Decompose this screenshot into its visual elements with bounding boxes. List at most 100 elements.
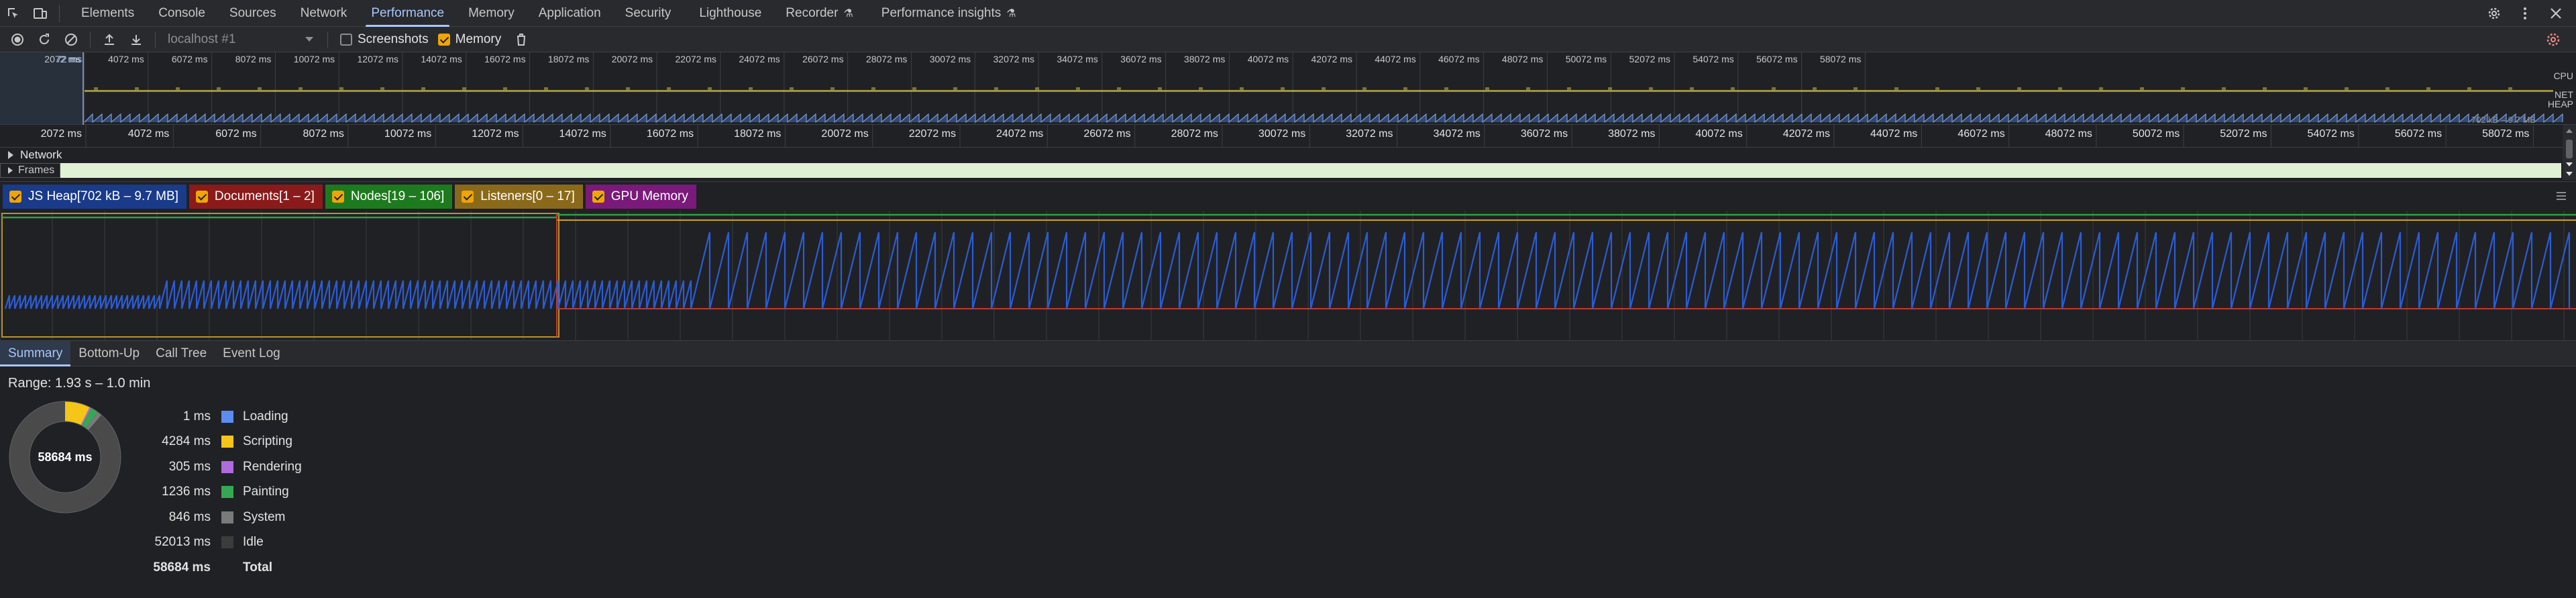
overview-selection-start-label: 72 ms bbox=[56, 54, 83, 64]
screenshots-checkbox-box[interactable] bbox=[340, 33, 352, 46]
timeline-scrollbar[interactable] bbox=[2563, 125, 2576, 180]
target-select[interactable]: localhost #1 bbox=[161, 30, 322, 49]
memory-checkbox[interactable]: Memory bbox=[437, 32, 501, 47]
legend-documents-label: Documents[1 – 2] bbox=[214, 189, 315, 203]
ruler-tick-label: 2072 ms bbox=[41, 128, 82, 140]
ruler-tick-label: 24072 ms bbox=[996, 128, 1043, 140]
tab-recorder[interactable]: Recorder ⚗ bbox=[773, 0, 865, 27]
screenshots-checkbox[interactable]: Screenshots bbox=[340, 32, 429, 47]
overview-tick-label: 46072 ms bbox=[1438, 54, 1479, 64]
overview-tick-label: 36072 ms bbox=[1120, 54, 1161, 64]
tab-console[interactable]: Console bbox=[146, 0, 217, 27]
legend-gpu-memory-label: GPU Memory bbox=[610, 189, 688, 203]
memory-graph-canvas bbox=[0, 211, 2576, 341]
overview-tick-label: 20072 ms bbox=[612, 54, 653, 64]
more-options-icon[interactable] bbox=[2512, 0, 2538, 27]
tab-lighthouse[interactable]: Lighthouse bbox=[687, 0, 773, 27]
tab-elements[interactable]: Elements bbox=[69, 0, 146, 27]
gpu-memory-checkbox[interactable] bbox=[592, 190, 604, 203]
trash-icon bbox=[517, 33, 526, 46]
listeners-checkbox[interactable] bbox=[462, 190, 474, 203]
legend-documents[interactable]: Documents[1 – 2] bbox=[189, 184, 323, 209]
frames-track-header[interactable]: Frames bbox=[0, 163, 61, 178]
ruler-tick-label: 22072 ms bbox=[909, 128, 956, 140]
overview-tick-label: 8072 ms bbox=[235, 54, 272, 64]
hamburger-menu-icon[interactable] bbox=[2556, 190, 2567, 205]
overview-tick-label: 10072 ms bbox=[294, 54, 335, 64]
overview-tick-label: 32072 ms bbox=[994, 54, 1034, 64]
net-label: NET bbox=[2555, 89, 2573, 100]
memory-checkbox-box[interactable] bbox=[437, 33, 450, 46]
ruler-tick-label: 54072 ms bbox=[2308, 128, 2355, 140]
tab-event-log[interactable]: Event Log bbox=[215, 341, 288, 366]
overview-tick-label: 12072 ms bbox=[358, 54, 398, 64]
overview-tick-label: 18072 ms bbox=[548, 54, 589, 64]
documents-checkbox[interactable] bbox=[195, 190, 208, 203]
category-name: Loading bbox=[243, 409, 288, 423]
record-button[interactable] bbox=[4, 27, 31, 52]
overview-tick-label: 6072 ms bbox=[172, 54, 208, 64]
network-track-header[interactable]: Network bbox=[0, 148, 2576, 162]
overview-tick-label: 50072 ms bbox=[1566, 54, 1607, 64]
ruler-tick-label: 42072 ms bbox=[1783, 128, 1830, 140]
ruler-tick-label: 26072 ms bbox=[1083, 128, 1130, 140]
category-swatch bbox=[221, 536, 233, 549]
legend-nodes[interactable]: Nodes[19 – 106] bbox=[325, 184, 453, 209]
tab-sources[interactable]: Sources bbox=[217, 0, 288, 27]
capture-settings-icon[interactable] bbox=[2540, 27, 2567, 52]
tab-memory[interactable]: Memory bbox=[456, 0, 527, 27]
ruler-tick-label: 46072 ms bbox=[1957, 128, 2004, 140]
download-profile-button[interactable] bbox=[123, 27, 150, 52]
upload-profile-button[interactable] bbox=[96, 27, 123, 52]
tab-network[interactable]: Network bbox=[288, 0, 360, 27]
category-row-painting: 1236 ms Painting bbox=[134, 480, 302, 505]
category-value: 846 ms bbox=[168, 509, 211, 524]
ruler-tick-label: 10072 ms bbox=[384, 128, 431, 140]
close-devtools-icon[interactable] bbox=[2542, 0, 2569, 27]
tab-performance-insights[interactable]: Performance insights ⚗ bbox=[869, 0, 1028, 27]
tab-bottom-up[interactable]: Bottom-Up bbox=[70, 341, 148, 366]
overview-tick-label: 54072 ms bbox=[1693, 54, 1733, 64]
ruler-tick-label: 16072 ms bbox=[647, 128, 694, 140]
screenshots-label: Screenshots bbox=[358, 32, 429, 46]
ruler-tick-label: 34072 ms bbox=[1434, 128, 1481, 140]
overview-tick-label: 52072 ms bbox=[1629, 54, 1670, 64]
total-value: 58684 ms bbox=[153, 560, 211, 575]
heap-label: HEAP bbox=[2547, 99, 2573, 109]
ruler-ticks: 2072 ms 4072 ms 6072 ms 8072 ms 10072 ms 1207… bbox=[41, 125, 2534, 148]
category-name: System bbox=[243, 509, 286, 524]
overview-tick-label: 42072 ms bbox=[1311, 54, 1352, 64]
tab-performance[interactable]: Performance bbox=[359, 0, 456, 27]
ruler-tick-label: 56072 ms bbox=[2395, 128, 2442, 140]
legend-js-heap[interactable]: JS Heap[702 kB – 9.7 MB] bbox=[3, 184, 186, 209]
tab-security[interactable]: Security bbox=[613, 0, 684, 27]
device-toolbar-icon[interactable] bbox=[27, 0, 54, 27]
timeline-overview[interactable]: 2072 ms 4072 ms 6072 ms 8072 ms 10072 ms 1207… bbox=[0, 52, 2576, 125]
tab-application[interactable]: Application bbox=[527, 0, 613, 27]
range-text: Range: 1.93 s – 1.0 min bbox=[8, 376, 151, 391]
chevron-down-icon bbox=[305, 36, 313, 42]
legend-gpu-memory[interactable]: GPU Memory bbox=[585, 184, 696, 209]
ruler-tick-label: 14072 ms bbox=[559, 128, 606, 140]
experiment-flask-icon: ⚗ bbox=[843, 7, 853, 19]
js-heap-checkbox[interactable] bbox=[9, 190, 21, 203]
inspect-element-icon[interactable] bbox=[0, 0, 27, 27]
clear-button[interactable] bbox=[58, 27, 85, 52]
tab-summary[interactable]: Summary bbox=[0, 340, 71, 366]
overview-tick-label: 34072 ms bbox=[1057, 54, 1097, 64]
category-swatch bbox=[221, 436, 233, 448]
main-time-ruler: 2072 ms 4072 ms 6072 ms 8072 ms 10072 ms 1207… bbox=[0, 125, 2576, 148]
settings-gear-icon[interactable] bbox=[2481, 0, 2508, 27]
ruler-tick-label: 40072 ms bbox=[1695, 128, 1742, 140]
garbage-collect-button[interactable] bbox=[508, 27, 535, 52]
nodes-checkbox[interactable] bbox=[331, 190, 344, 203]
tab-call-tree[interactable]: Call Tree bbox=[148, 341, 215, 366]
frames-track[interactable]: Frames bbox=[0, 162, 2576, 179]
category-value: 4284 ms bbox=[162, 434, 211, 449]
legend-listeners[interactable]: Listeners[0 – 17] bbox=[455, 184, 583, 209]
frames-bar[interactable] bbox=[60, 163, 2561, 178]
category-name: Idle bbox=[243, 535, 264, 550]
ruler-tick-label: 6072 ms bbox=[215, 128, 256, 140]
memory-counter-graph[interactable] bbox=[0, 211, 2576, 341]
reload-record-button[interactable] bbox=[31, 27, 58, 52]
